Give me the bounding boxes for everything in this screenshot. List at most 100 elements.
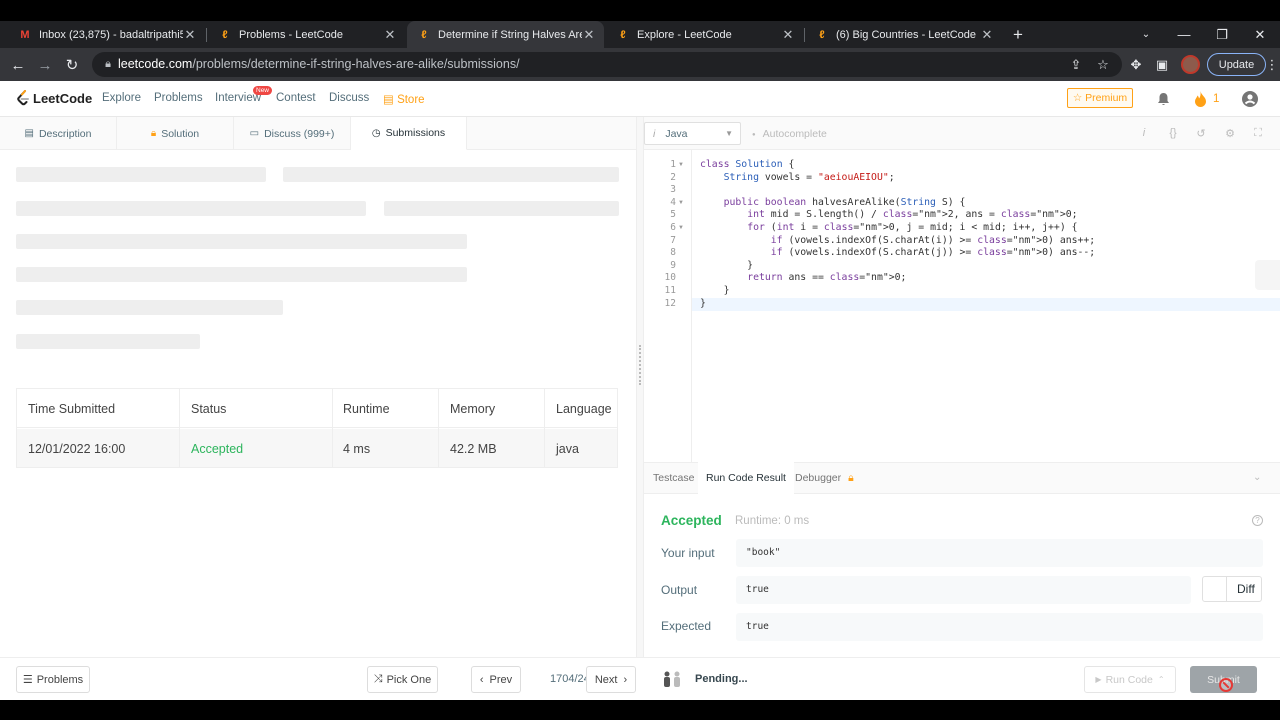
leetcode-icon: ℓ [421, 28, 427, 41]
leetcode-logo[interactable]: LeetCode [16, 89, 92, 107]
bell-icon[interactable] [1155, 90, 1172, 107]
header-time-submitted[interactable]: Time Submitted [28, 402, 115, 416]
tab-testcase[interactable]: Testcase [645, 462, 702, 494]
run-code-button[interactable]: ▶ Run Code ⌃ [1084, 666, 1176, 693]
side-panel-toggle[interactable] [1255, 260, 1280, 290]
fold-arrow-icon[interactable]: ▼ [678, 225, 684, 231]
window-close-icon[interactable]: ✕ [1241, 21, 1279, 48]
close-icon[interactable]: ✕ [383, 27, 397, 43]
pane-resizer[interactable] [636, 117, 644, 657]
bookmark-star-icon[interactable]: ☆ [1093, 55, 1113, 75]
share-icon[interactable]: ⇪ [1066, 55, 1086, 75]
loading-skeleton [16, 334, 200, 349]
tab-solution[interactable]: 🔒︎ Solution [117, 117, 234, 150]
code-line[interactable]: } [700, 285, 730, 298]
update-button[interactable]: Update [1207, 53, 1266, 76]
code-line[interactable]: int mid = S.length() / class="nm">2, ans… [700, 209, 1077, 222]
help-icon[interactable]: ? [1252, 515, 1263, 526]
code-line[interactable]: } [700, 260, 753, 273]
autocomplete-toggle[interactable]: Autocomplete [752, 128, 827, 140]
braces-icon[interactable]: {} [1166, 126, 1180, 140]
close-icon[interactable]: ✕ [980, 27, 994, 43]
minimize-icon[interactable]: — [1165, 21, 1203, 48]
reset-icon[interactable]: ↺ [1194, 126, 1208, 140]
code-line[interactable]: String vowels = "aeiouAEIOU"; [700, 172, 895, 185]
tab-debugger[interactable]: Debugger 🔒︎ [787, 462, 862, 494]
fire-icon [1195, 90, 1206, 107]
header-status[interactable]: Status [191, 402, 226, 416]
profile-avatar[interactable] [1181, 55, 1200, 74]
settings-icon[interactable]: ⚙ [1223, 126, 1237, 140]
header-runtime[interactable]: Runtime [343, 402, 390, 416]
resize-grip[interactable] [639, 345, 641, 385]
next-button[interactable]: Next › [586, 666, 636, 693]
prev-button[interactable]: ‹ Prev [471, 666, 521, 693]
new-tab-button[interactable]: + [1003, 21, 1033, 48]
line-number: 3 [670, 184, 676, 196]
code-line[interactable]: for (int i = class="nm">0, j = mid; i < … [700, 222, 1077, 235]
back-icon[interactable]: ← [6, 53, 30, 77]
list-icon: ☰ [22, 674, 33, 686]
cell-language: java [556, 442, 579, 456]
expected-label: Expected [661, 619, 712, 633]
tab-title: Determine if String Halves Are Alike [438, 28, 582, 41]
nav-explore[interactable]: Explore [102, 92, 141, 104]
chrome-menu-icon[interactable]: ⋮ [1266, 55, 1279, 75]
column-divider [332, 389, 333, 467]
browser-tab-active[interactable]: ℓ Determine if String Halves Are Alike ✕ [407, 21, 604, 48]
code-line[interactable]: public boolean halvesAreAlike(String S) … [700, 197, 966, 210]
nav-problems[interactable]: Problems [154, 92, 203, 104]
browser-tab-explore[interactable]: ℓ Explore - LeetCode ✕ [606, 21, 803, 48]
info-icon[interactable]: i [1137, 126, 1151, 140]
premium-button[interactable]: ☆ Premium [1067, 88, 1133, 108]
lock-icon[interactable]: 🔒︎ [101, 57, 115, 71]
user-avatar-icon[interactable] [1241, 90, 1258, 107]
nav-store[interactable]: ▤ Store [383, 92, 425, 106]
code-line[interactable]: if (vowels.indexOf(S.charAt(i)) >= class… [700, 235, 1095, 248]
reload-icon[interactable]: ↻ [60, 53, 84, 77]
tab-search-icon[interactable]: ⌄ [1127, 21, 1165, 48]
close-icon[interactable]: ✕ [582, 27, 596, 43]
url-path: /problems/determine-if-string-halves-are… [192, 57, 520, 71]
close-icon[interactable]: ✕ [183, 27, 197, 43]
forward-icon[interactable]: → [33, 53, 57, 77]
pick-one-button[interactable]: ⤨ Pick One [367, 666, 438, 693]
fold-arrow-icon[interactable]: ▼ [678, 200, 684, 206]
problems-list-button[interactable]: ☰ Problems [16, 666, 90, 693]
language-select[interactable]: i Java ▼ [644, 122, 741, 145]
fold-arrow-icon[interactable]: ▼ [678, 162, 684, 168]
line-number: 10 [664, 272, 676, 284]
extensions-icon[interactable]: ✥ [1126, 55, 1146, 75]
header-memory[interactable]: Memory [450, 402, 495, 416]
cell-status-accepted[interactable]: Accepted [191, 442, 243, 456]
tab-title: Explore - LeetCode [637, 28, 732, 41]
browser-tab-big-countries[interactable]: ℓ (6) Big Countries - LeetCode ✕ [805, 21, 1002, 48]
leetcode-logo-icon [17, 90, 29, 106]
code-line[interactable]: if (vowels.indexOf(S.charAt(j)) >= class… [700, 247, 1095, 260]
sidepanel-icon[interactable]: ▣ [1152, 55, 1172, 75]
cell-memory: 42.2 MB [450, 442, 497, 456]
nav-contest[interactable]: Contest [276, 92, 316, 104]
code-line[interactable]: return ans == class="nm">0; [700, 272, 906, 285]
tab-discuss[interactable]: ▭ Discuss (999+) [234, 117, 351, 150]
close-icon[interactable]: ✕ [781, 27, 795, 43]
chevron-down-icon[interactable]: ⌄ [1253, 472, 1261, 483]
browser-tab-problems[interactable]: ℓ Problems - LeetCode ✕ [208, 21, 405, 48]
fullscreen-icon[interactable]: ⛶ [1251, 126, 1265, 140]
diff-toggle[interactable]: Diff [1202, 576, 1262, 602]
code-line[interactable]: } [700, 298, 706, 311]
tab-label: Description [38, 127, 92, 140]
tab-description[interactable]: ▤ Description [0, 117, 117, 150]
restore-icon[interactable]: ❐ [1203, 21, 1241, 48]
browser-tab-gmail[interactable]: M Inbox (23,875) - badaltripathi567 ✕ [8, 21, 205, 48]
output-value: true [736, 576, 1191, 604]
streak-counter[interactable]: 1 [1194, 90, 1219, 107]
code-line[interactable]: class Solution { [700, 159, 794, 172]
nav-discuss[interactable]: Discuss [329, 92, 369, 104]
header-language[interactable]: Language [556, 402, 612, 416]
button-label: Run Code [1105, 673, 1153, 686]
tab-submissions[interactable]: ◷ Submissions [351, 117, 467, 150]
url-text[interactable]: leetcode.com/problems/determine-if-strin… [118, 57, 520, 72]
not-allowed-cursor-icon [1219, 678, 1233, 692]
tab-run-code-result[interactable]: Run Code Result [698, 462, 794, 494]
